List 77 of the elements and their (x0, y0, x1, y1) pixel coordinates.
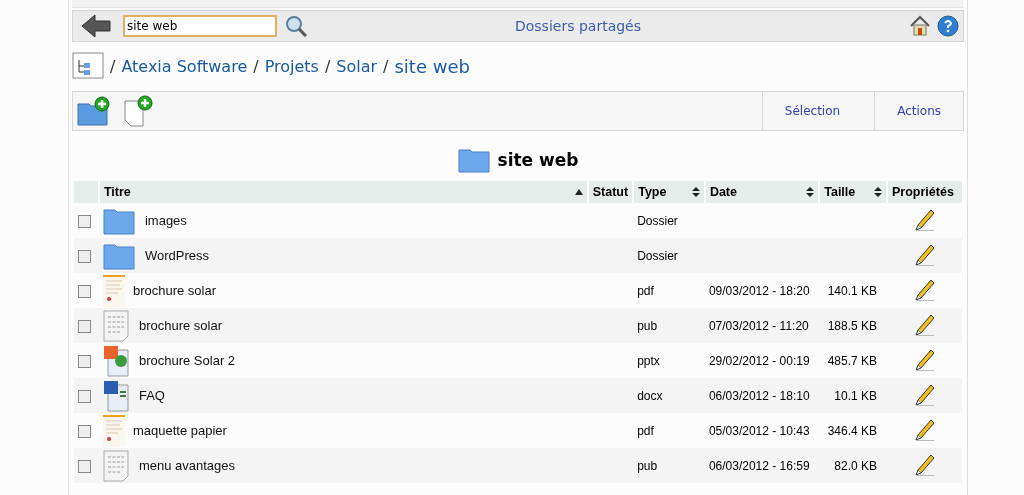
pencil-icon[interactable] (913, 242, 936, 266)
file-type: docx (637, 388, 663, 403)
row-checkbox[interactable] (78, 284, 91, 298)
file-type: Dossier (637, 213, 678, 228)
file-size: 140.1 KB (827, 283, 877, 298)
search-icon[interactable] (285, 15, 307, 37)
row-checkbox[interactable] (78, 459, 91, 473)
sort-icon (874, 187, 882, 197)
sort-icon (806, 187, 815, 197)
modified-date: 06/03/2012 - 18:10 (708, 388, 810, 403)
search-field[interactable]: site web (123, 15, 277, 37)
sort-up-icon (574, 189, 583, 195)
modified-date: 07/03/2012 - 11:20 (708, 318, 809, 333)
pencil-icon[interactable] (913, 347, 936, 371)
column-header[interactable]: Statut (587, 181, 634, 203)
file-name[interactable]: brochure Solar 2 (138, 353, 236, 368)
path-separator: / (324, 56, 331, 76)
file-size: 188.5 KB (827, 318, 877, 333)
path-separator: / (110, 56, 116, 76)
row-checkbox[interactable] (78, 214, 91, 228)
column-header[interactable]: Date (704, 181, 820, 203)
breadcrumb-link[interactable]: Atexia Software (121, 56, 248, 76)
menu-button[interactable]: Sélection (761, 92, 863, 130)
file-type: pub (637, 458, 658, 473)
pencil-icon[interactable] (913, 312, 936, 336)
column-header[interactable]: Type (633, 181, 705, 203)
folder-title: site web (497, 150, 579, 170)
file-size: 346.4 KB (827, 423, 877, 438)
file-name[interactable]: brochure solar (132, 283, 217, 298)
new-folder-icon[interactable] (77, 96, 111, 126)
row-checkbox[interactable] (78, 424, 91, 438)
file-name[interactable]: maquette papier (132, 423, 227, 438)
column-header[interactable]: Propriétés (887, 181, 962, 203)
column-header[interactable]: Titre (98, 181, 588, 203)
pencil-icon[interactable] (913, 207, 936, 231)
pencil-icon[interactable] (913, 452, 936, 476)
file-size: 485.7 KB (827, 353, 877, 368)
column-header[interactable]: Taille (819, 181, 887, 203)
file-type: Dossier (637, 248, 678, 263)
new-file-icon[interactable] (123, 95, 155, 127)
help-icon[interactable] (937, 15, 959, 37)
sort-icon (691, 187, 700, 197)
file-type: pub (637, 318, 658, 333)
current-folder: site web (394, 55, 470, 77)
folder-icon (457, 147, 490, 173)
row-checkbox[interactable] (78, 354, 91, 368)
pencil-icon[interactable] (913, 277, 936, 301)
file-type: pdf (637, 283, 654, 298)
modified-date: 05/03/2012 - 10:43 (708, 423, 810, 438)
modified-date: 06/03/2012 - 16:59 (708, 458, 810, 473)
menu-button[interactable]: Actions (874, 92, 963, 130)
modified-date: 29/02/2012 - 00:19 (708, 353, 810, 368)
path-separator: / (383, 56, 389, 76)
tree-view-icon[interactable] (72, 52, 104, 80)
home-icon[interactable] (909, 15, 931, 37)
row-checkbox[interactable] (78, 319, 91, 333)
modified-date: 09/03/2012 - 18:20 (708, 283, 810, 298)
file-name[interactable]: menu avantages (138, 458, 236, 473)
file-size: 82.0 KB (834, 458, 877, 473)
file-name[interactable]: images (144, 213, 187, 228)
file-type: pdf (637, 423, 654, 438)
file-name[interactable]: WordPress (144, 248, 209, 263)
file-name[interactable]: FAQ (138, 388, 165, 403)
pencil-icon[interactable] (913, 382, 936, 406)
file-name[interactable]: brochure solar (138, 318, 223, 333)
folder-icon (102, 241, 135, 270)
back-arrow-icon[interactable] (81, 13, 111, 39)
breadcrumb-link[interactable]: Solar (336, 56, 378, 76)
row-checkbox[interactable] (78, 249, 91, 263)
row-checkbox[interactable] (78, 389, 91, 403)
folder-icon (102, 206, 135, 235)
pencil-icon[interactable] (913, 417, 936, 441)
path-separator: / (253, 56, 259, 76)
file-type: pptx (637, 353, 660, 368)
breadcrumb-link[interactable]: Projets (264, 56, 319, 76)
file-size: 10.1 KB (834, 388, 877, 403)
toolbar-title: Dossiers partagés (514, 18, 642, 34)
